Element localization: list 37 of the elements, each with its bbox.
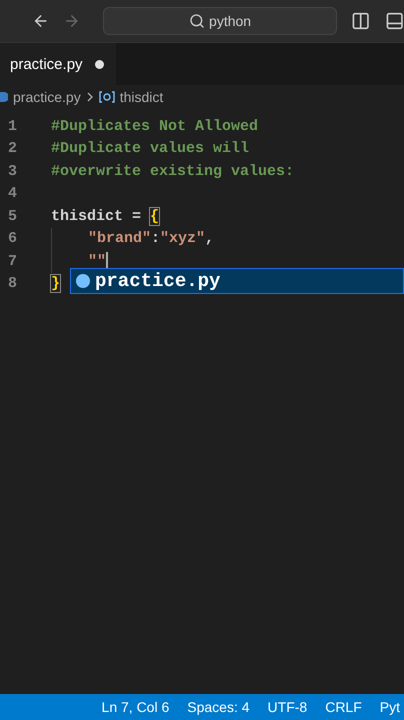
code-token: { bbox=[150, 208, 160, 225]
editor-tab[interactable]: practice.py bbox=[0, 43, 116, 85]
tab-label: practice.py bbox=[10, 56, 83, 72]
breadcrumb-item[interactable]: practice.py bbox=[13, 89, 81, 105]
code-token: "" bbox=[88, 252, 106, 270]
chevron-icon bbox=[86, 91, 94, 103]
code-token: #Duplicate values will bbox=[51, 140, 250, 158]
panel-layout-icon[interactable] bbox=[384, 11, 404, 31]
code-token: #overwrite existing values: bbox=[51, 162, 294, 180]
status-item[interactable]: Ln 7, Col 6 bbox=[102, 699, 170, 715]
code-token: : bbox=[151, 230, 160, 248]
line-number: 7 bbox=[7, 252, 18, 270]
suggestion-item[interactable]: practice.py bbox=[70, 268, 404, 294]
search-icon bbox=[189, 13, 206, 29]
code-token: "xyz" bbox=[160, 230, 206, 248]
code-token: thisdict = bbox=[51, 208, 142, 225]
code-token: "brand" bbox=[88, 230, 152, 248]
line-number: 1 bbox=[7, 118, 18, 135]
status-item[interactable]: Spaces: 4 bbox=[187, 699, 250, 715]
status-item[interactable]: UTF-8 bbox=[268, 699, 308, 715]
code-token: , bbox=[205, 230, 214, 248]
line-number: 2 bbox=[7, 140, 18, 158]
line-number: 8 bbox=[7, 275, 18, 292]
search-field[interactable]: python bbox=[102, 7, 338, 35]
code-token: #Duplicates Not Allowed bbox=[51, 118, 258, 135]
line-number: 6 bbox=[7, 230, 18, 248]
module-icon bbox=[75, 273, 91, 289]
line-number: 3 bbox=[7, 162, 18, 180]
back-icon[interactable] bbox=[32, 12, 50, 30]
line-number: 5 bbox=[7, 208, 18, 225]
line-number: 4 bbox=[7, 185, 18, 202]
status-item[interactable]: CRLF bbox=[325, 699, 362, 715]
status-item[interactable]: Pyt bbox=[380, 699, 400, 715]
breadcrumb-item[interactable]: thisdict bbox=[120, 89, 164, 105]
split-layout-icon[interactable] bbox=[351, 11, 371, 31]
variable-icon bbox=[98, 91, 115, 103]
code-token: } bbox=[51, 275, 60, 292]
